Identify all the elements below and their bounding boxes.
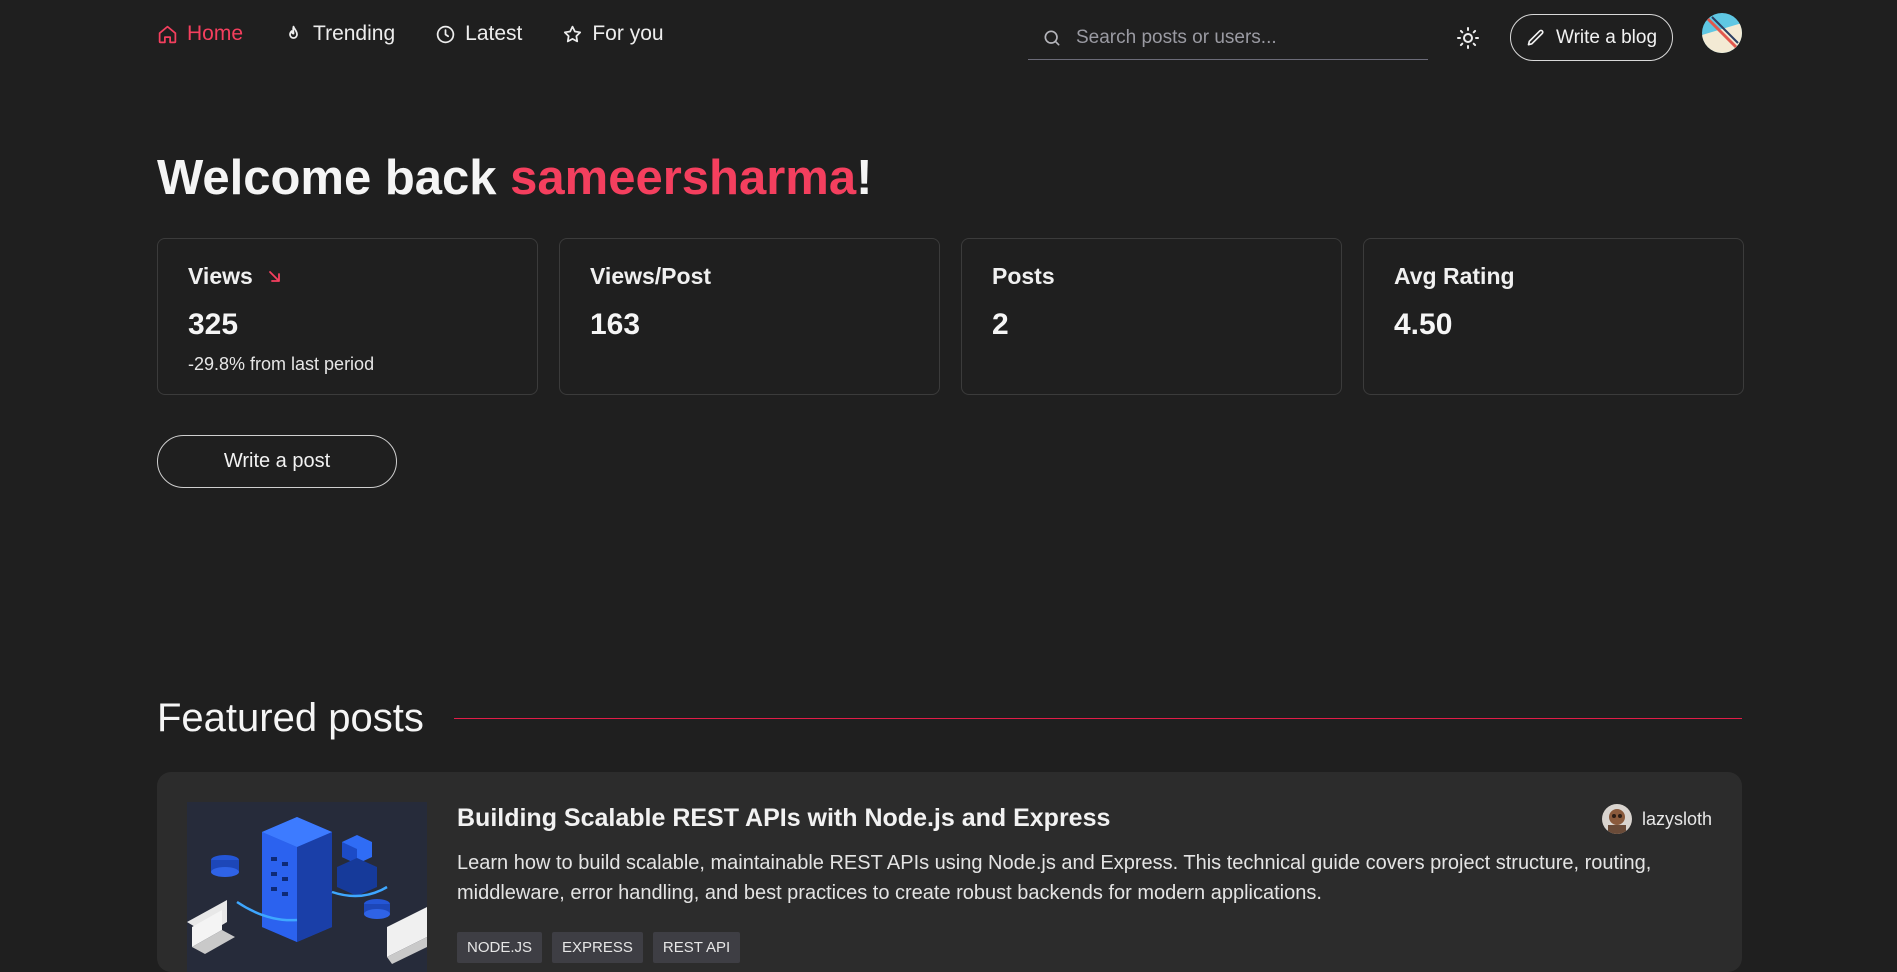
- nav-item-latest[interactable]: Latest: [435, 22, 522, 46]
- nav-item-home[interactable]: Home: [157, 22, 243, 46]
- theme-toggle-button[interactable]: [1456, 26, 1480, 50]
- main-nav: Home Trending Latest For you: [157, 22, 664, 46]
- stat-value: 4.50: [1394, 308, 1453, 341]
- featured-post-card[interactable]: Building Scalable REST APIs with Node.js…: [157, 772, 1742, 972]
- post-author[interactable]: lazysloth: [1601, 804, 1712, 834]
- nav-item-for-you[interactable]: For you: [562, 22, 664, 46]
- server-illustration-icon: [187, 802, 427, 972]
- write-post-button[interactable]: Write a post: [157, 435, 397, 488]
- stat-card-views-per-post: Views/Post 163: [559, 238, 940, 395]
- avatar-image-icon: [1601, 804, 1632, 834]
- tag[interactable]: NODE.JS: [457, 932, 543, 963]
- avatar-image-icon: [1702, 13, 1742, 53]
- sun-icon: [1457, 27, 1479, 49]
- welcome-username: sameersharma: [510, 151, 857, 205]
- post-thumbnail[interactable]: [187, 802, 427, 972]
- post-description: Learn how to build scalable, maintainabl…: [457, 852, 1652, 904]
- home-icon: [158, 25, 177, 43]
- divider: [453, 718, 1742, 719]
- nav-item-trending[interactable]: Trending: [283, 22, 395, 46]
- stat-card-posts: Posts 2: [961, 238, 1342, 395]
- nav-item-label: Trending: [313, 22, 396, 45]
- star-icon: [564, 25, 582, 42]
- write-blog-label: Write a blog: [1555, 26, 1658, 48]
- nav-item-label: Home: [187, 22, 244, 45]
- stat-label: Views/Post: [590, 263, 712, 289]
- welcome-suffix: !: [856, 151, 873, 205]
- welcome-prefix: Welcome back: [157, 151, 511, 205]
- author-avatar: [1601, 804, 1632, 834]
- stat-label: Views: [188, 263, 253, 289]
- user-avatar[interactable]: [1702, 13, 1742, 53]
- stats-row: Views 325 -29.8% from last period Views/…: [157, 238, 1744, 395]
- tag[interactable]: REST API: [652, 932, 741, 963]
- stat-value: 163: [590, 308, 641, 341]
- author-name: lazysloth: [1641, 808, 1712, 829]
- stat-label-row: Views: [188, 263, 507, 290]
- top-navigation-bar: Home Trending Latest For you Search post…: [0, 0, 1897, 74]
- post-title[interactable]: Building Scalable REST APIs with Node.js…: [457, 804, 1110, 833]
- search-input[interactable]: [1074, 25, 1414, 50]
- stat-card-views: Views 325 -29.8% from last period: [157, 238, 538, 395]
- clock-icon: [436, 25, 455, 43]
- welcome-heading: Welcome back sameersharma!: [157, 150, 872, 206]
- search-bar: [1028, 16, 1428, 60]
- stat-value: 2: [992, 308, 1009, 341]
- nav-item-label: Latest: [465, 22, 523, 45]
- stat-label: Posts: [992, 263, 1055, 289]
- trend-down-icon: [268, 270, 280, 282]
- nav-item-label: For you: [592, 22, 664, 45]
- post-tags: NODE.JS EXPRESS REST API: [457, 932, 741, 963]
- search-icon: [1044, 30, 1060, 46]
- stat-label: Avg Rating: [1394, 263, 1515, 289]
- stat-delta: -29.8% from last period: [188, 354, 375, 374]
- stat-card-avg-rating: Avg Rating 4.50: [1363, 238, 1744, 395]
- tag[interactable]: EXPRESS: [552, 932, 643, 963]
- stat-value: 325: [188, 308, 239, 341]
- flame-icon: [289, 25, 298, 39]
- featured-section-header: Featured posts: [157, 696, 1742, 741]
- pencil-icon: [1527, 29, 1544, 46]
- write-blog-button[interactable]: Write a blog: [1510, 14, 1673, 61]
- featured-title: Featured posts: [157, 696, 424, 740]
